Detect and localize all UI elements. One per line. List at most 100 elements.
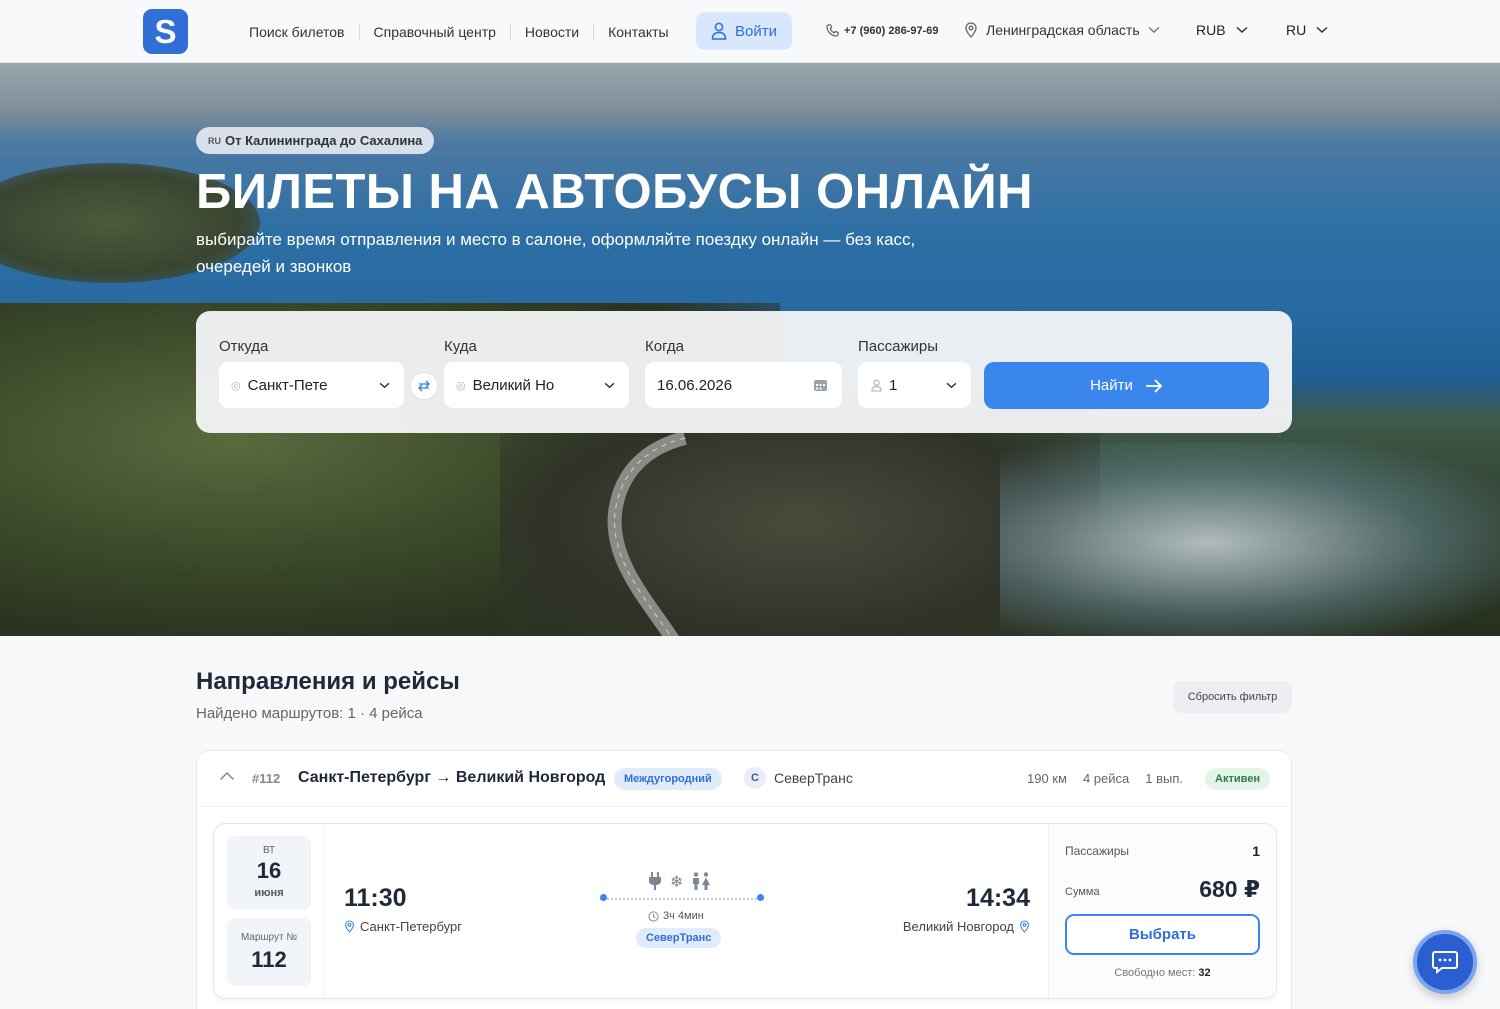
currency-selector[interactable]: RUB <box>1196 22 1248 38</box>
hero-background-surf <box>1000 443 1500 636</box>
language-selector[interactable]: RU <box>1286 22 1328 38</box>
trip-weekday: ВТ <box>262 845 276 856</box>
date-value: 16.06.2026 <box>657 376 733 394</box>
from-value: Санкт-Пете <box>247 376 328 394</box>
timeline-start-dot <box>600 894 607 901</box>
region-label: Ленинградская область <box>986 22 1140 38</box>
nav-help-center[interactable]: Справочный центр <box>360 23 511 40</box>
nav-ticket-search[interactable]: Поиск билетов <box>235 23 360 40</box>
user-icon <box>871 379 882 392</box>
location-pin-icon <box>965 22 977 38</box>
hero-background-road <box>607 433 687 636</box>
chevron-down-icon <box>1148 26 1160 33</box>
swap-direction-button[interactable] <box>410 372 438 400</box>
main-nav: Поиск билетов Справочный центр Новости К… <box>235 0 683 63</box>
amenities: ❄ <box>644 872 716 892</box>
find-button[interactable]: Найти <box>984 362 1269 409</box>
hero-title: БИЛЕТЫ НА АВТОБУСЫ ОНЛАЙН <box>196 165 1033 219</box>
chat-icon <box>1432 951 1458 974</box>
language-label: RU <box>1286 22 1307 38</box>
booking-sum-label: Сумма <box>1065 886 1100 898</box>
hero-subtitle: выбирайте время отправления и место в са… <box>196 230 916 276</box>
snowflake-icon: ❄ <box>670 874 684 891</box>
location-pin-icon <box>1020 920 1029 933</box>
from-label: Откуда <box>219 338 269 355</box>
from-field[interactable]: ◎ Санкт-Пете <box>219 362 404 408</box>
route-title: Санкт-Петербург → Великий Новгород <box>298 769 606 786</box>
restroom-icon <box>693 872 711 890</box>
reset-filter-button[interactable]: Сбросить фильтр <box>1173 681 1292 713</box>
phone-link[interactable]: +7 (960) 286-97-69 <box>826 24 938 37</box>
chevron-down-icon <box>379 382 390 388</box>
currency-label: RUB <box>1196 22 1226 38</box>
chevron-down-icon <box>604 382 615 388</box>
trip-date: ВТ 16 июня <box>227 836 311 910</box>
booking-passengers-value: 1 <box>1252 843 1260 859</box>
login-button[interactable]: Войти <box>696 12 792 50</box>
region-selector[interactable]: Ленинградская область <box>964 22 1160 38</box>
power-outlet-icon <box>649 872 661 890</box>
duration-value: 3ч 4мин <box>663 910 704 922</box>
to-field[interactable]: ◎ Великий Но <box>444 362 629 408</box>
calendar-icon[interactable] <box>813 378 828 392</box>
departure-city: Санкт-Петербург <box>344 919 462 934</box>
free-seats-label: Свободно мест: <box>1114 967 1196 979</box>
top-header: S Поиск билетов Справочный центр Новости… <box>0 0 1500 63</box>
route-carrier: С СеверТранс <box>744 767 853 789</box>
booking-sum-value: 680 ₽ <box>1199 876 1260 902</box>
select-trip-button[interactable]: Выбрать <box>1065 914 1260 955</box>
trip-date-column: ВТ 16 июня Маршрут № 112 <box>214 824 324 998</box>
nav-contacts[interactable]: Контакты <box>594 24 682 40</box>
route-header[interactable]: #112 Санкт-Петербург → Великий Новгород … <box>197 751 1291 807</box>
trip-carrier-badge: СеверТранс <box>636 928 722 948</box>
status-badge: Активен <box>1205 768 1270 790</box>
trip-card: ВТ 16 июня Маршрут № 112 11:30 Санкт-Пет… <box>213 823 1277 999</box>
route-card: #112 Санкт-Петербург → Великий Новгород … <box>196 750 1292 1009</box>
hero-badge-text: От Калининграда до Сахалина <box>225 133 423 148</box>
free-seats-value: 32 <box>1198 967 1211 979</box>
timeline-line <box>600 898 764 900</box>
directions-subtitle: Найдено маршрутов: 1 · 4 рейса <box>196 705 423 722</box>
nav-news[interactable]: Новости <box>511 23 595 40</box>
to-label: Куда <box>444 338 477 355</box>
carrier-name: СеверТранс <box>774 770 853 786</box>
trip-duration: 3ч 4мин <box>648 910 704 922</box>
passengers-field[interactable]: 1 <box>858 362 971 408</box>
find-label: Найти <box>1090 377 1133 394</box>
chevron-down-icon <box>1236 26 1248 34</box>
login-label: Войти <box>735 22 777 40</box>
trip-day: 16 <box>256 858 282 883</box>
trip-duration-timeline: ❄ 3ч 4мин СеверТранс <box>600 870 764 950</box>
hero-badge: RU От Калининграда до Сахалина <box>196 127 435 154</box>
arrow-right-icon <box>1145 378 1163 393</box>
chevron-up-icon[interactable] <box>219 771 235 781</box>
trip-booking-panel: Пассажиры 1 Сумма 680 ₽ Выбрать Свободно… <box>1048 824 1276 998</box>
free-seats: Свободно мест: 32 <box>1049 967 1276 979</box>
date-field[interactable]: 16.06.2026 <box>645 362 842 408</box>
search-panel: Откуда ◎ Санкт-Пете Куда ◎ Великий Но Ко… <box>196 311 1292 433</box>
arrival-city-label: Великий Новгород <box>902 919 1014 934</box>
location-pin-icon <box>345 920 354 933</box>
route-number-value: 112 <box>251 947 287 972</box>
booking-passengers-label: Пассажиры <box>1065 844 1130 858</box>
to-value: Великий Но <box>472 376 555 394</box>
chevron-down-icon <box>946 382 957 388</box>
phone-number: +7 (960) 286-97-69 <box>844 24 939 37</box>
flag-icon: RU <box>208 135 221 146</box>
route-distance: 190 км <box>1027 771 1067 786</box>
phone-icon <box>826 24 839 37</box>
timeline-end-dot <box>757 894 764 901</box>
location-pin-icon: ◎ <box>456 379 466 392</box>
date-label: Когда <box>645 338 684 355</box>
arrival-time: 14:34 <box>966 884 1030 912</box>
departure-city-label: Санкт-Петербург <box>360 919 462 934</box>
route-stats: 190 км 4 рейса 1 вып. <box>1027 771 1183 786</box>
user-icon <box>711 22 727 40</box>
chevron-down-icon <box>1316 26 1328 34</box>
trip-route-number: Маршрут № 112 <box>227 918 311 986</box>
route-trips: 4 рейса <box>1082 771 1130 786</box>
chat-button[interactable] <box>1413 930 1477 994</box>
route-number-label: Маршрут № <box>240 932 298 943</box>
site-logo[interactable]: S <box>143 9 188 54</box>
location-pin-icon: ◎ <box>231 379 241 392</box>
